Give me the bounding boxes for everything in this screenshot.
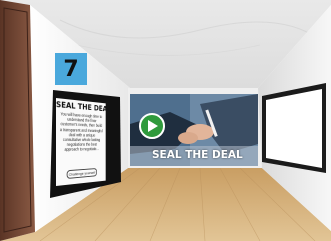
video-title: SEAL THE DEAL xyxy=(152,149,243,161)
challenge-button[interactable]: Challenge yourself xyxy=(66,168,98,179)
virtual-room-viewport: 7 SEAL THE DEAL You will have enough tim… xyxy=(0,0,331,241)
room-number-badge: 7 xyxy=(55,53,87,85)
wall-monitor-screen xyxy=(266,89,322,168)
poster: SEAL THE DEAL You will have enough time … xyxy=(56,98,106,186)
play-button[interactable] xyxy=(139,113,165,139)
poster-body: You will have enough time to understand … xyxy=(59,111,103,153)
play-icon xyxy=(147,120,158,132)
video-panel[interactable]: SEAL THE DEAL xyxy=(130,94,258,166)
door xyxy=(0,0,35,241)
